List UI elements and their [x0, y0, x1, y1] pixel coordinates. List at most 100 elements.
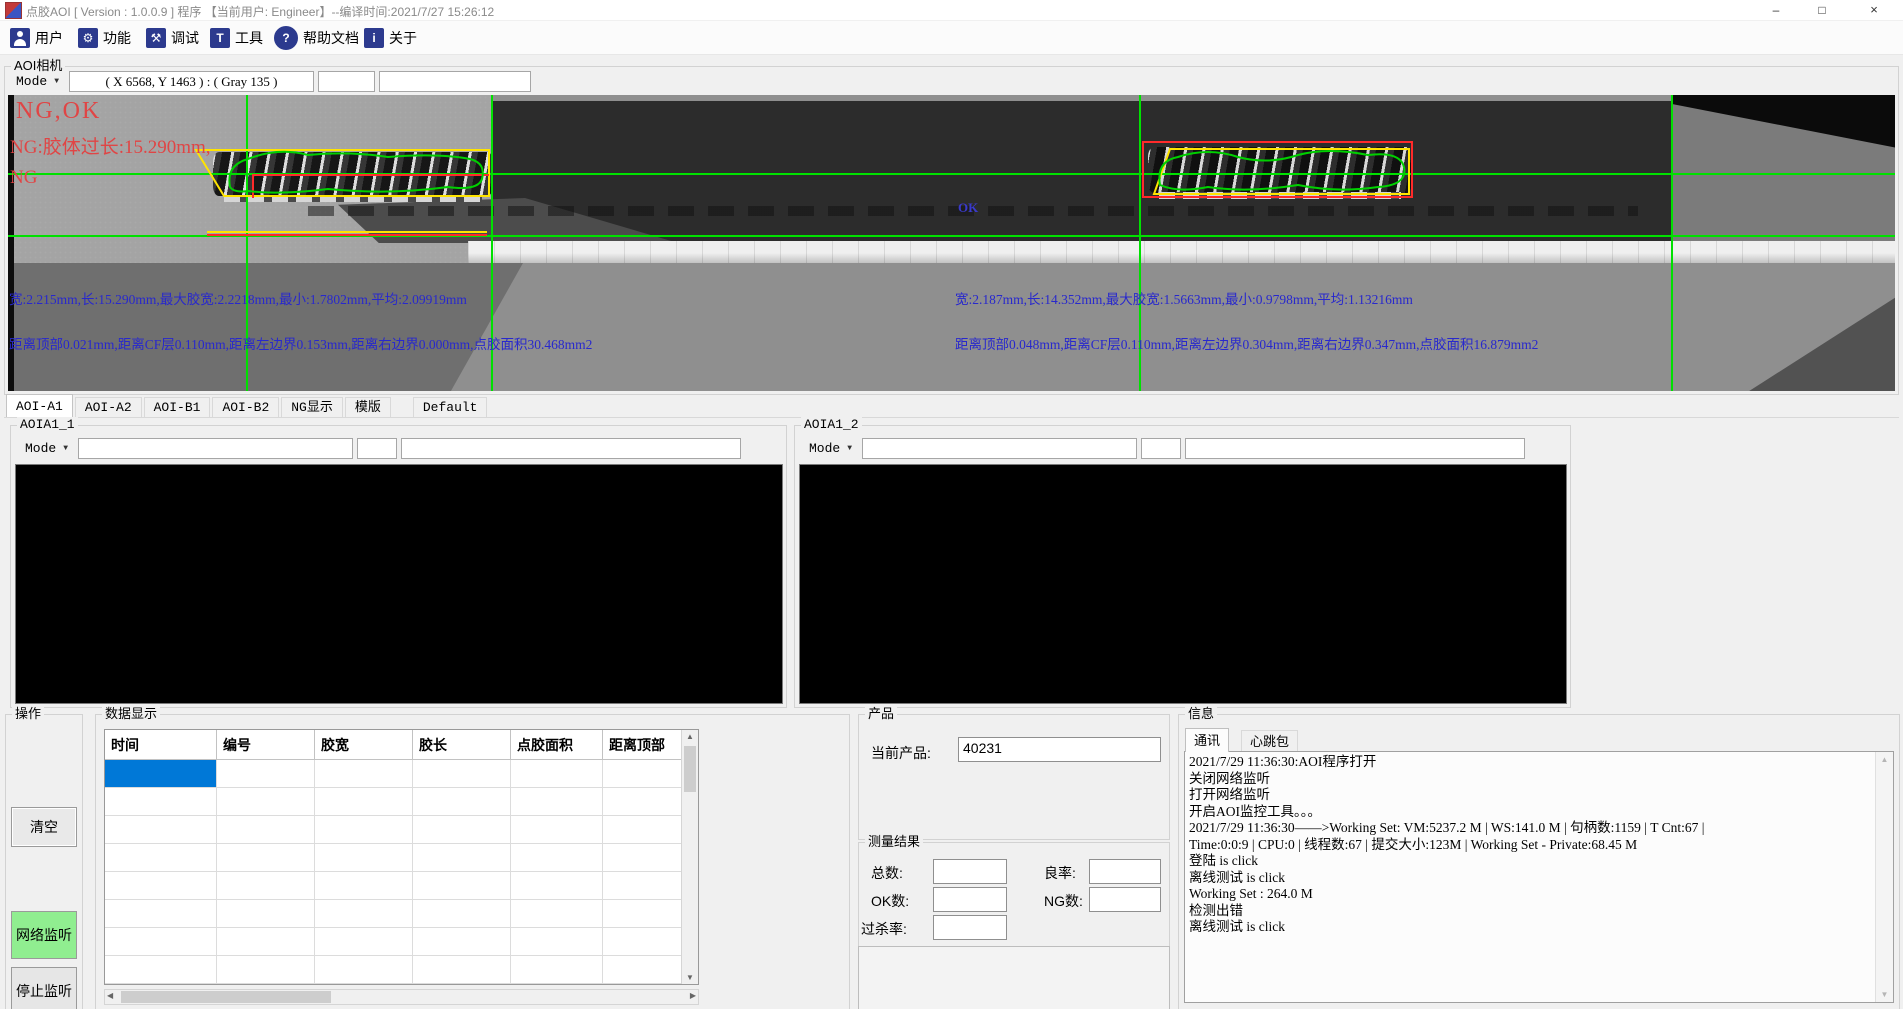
ok-count-field[interactable]	[933, 887, 1007, 912]
column-header-glue-length[interactable]: 胶长	[413, 730, 511, 760]
table-cell[interactable]	[217, 900, 315, 928]
scroll-left-icon[interactable]: ◀	[107, 991, 113, 1000]
table-cell[interactable]	[413, 788, 511, 816]
table-cell[interactable]	[217, 872, 315, 900]
table-cell[interactable]	[603, 928, 683, 956]
table-vertical-scrollbar[interactable]: ▲ ▼	[681, 730, 698, 984]
scrollbar-thumb[interactable]	[121, 991, 331, 1003]
table-cell[interactable]	[315, 928, 413, 956]
table-row[interactable]	[105, 872, 698, 900]
table-row[interactable]	[105, 956, 698, 984]
table-cell[interactable]	[511, 900, 603, 928]
scroll-right-icon[interactable]: ▶	[690, 991, 696, 1000]
table-cell[interactable]	[413, 956, 511, 984]
table-cell[interactable]	[413, 872, 511, 900]
table-cell[interactable]	[511, 872, 603, 900]
toolbar-about-button[interactable]: i 关于	[360, 25, 421, 51]
table-cell[interactable]	[315, 900, 413, 928]
tab-communication[interactable]: 通讯	[1185, 728, 1229, 752]
column-header-distance-top[interactable]: 距离顶部	[603, 730, 683, 760]
table-cell[interactable]	[413, 760, 511, 788]
aoia1-2-mode-dropdown[interactable]: Mode ▼	[803, 438, 858, 459]
camera-image-view[interactable]: NG,OK NG:胶体过长:15.290mm, NG OK 宽:2.215mm,…	[8, 95, 1895, 391]
scroll-down-icon[interactable]: ▼	[682, 973, 698, 982]
column-header-glue-area[interactable]: 点胶面积	[511, 730, 603, 760]
table-cell[interactable]	[603, 956, 683, 984]
table-cell[interactable]	[603, 844, 683, 872]
stop-listen-button[interactable]: 停止监听	[11, 967, 77, 1009]
table-cell[interactable]	[413, 928, 511, 956]
scroll-up-icon[interactable]: ▲	[1876, 755, 1893, 764]
toolbar-user-button[interactable]: 用户	[6, 25, 67, 51]
table-row[interactable]	[105, 900, 698, 928]
table-cell[interactable]	[603, 872, 683, 900]
table-cell[interactable]	[105, 788, 217, 816]
table-row[interactable]	[105, 928, 698, 956]
minimize-button[interactable]: –	[1753, 0, 1799, 20]
column-header-id[interactable]: 编号	[217, 730, 315, 760]
table-row[interactable]	[105, 760, 698, 788]
table-cell[interactable]	[511, 844, 603, 872]
table-cell[interactable]	[511, 956, 603, 984]
table-cell[interactable]	[511, 816, 603, 844]
table-row[interactable]	[105, 788, 698, 816]
table-cell[interactable]	[315, 956, 413, 984]
table-cell[interactable]	[413, 900, 511, 928]
table-row[interactable]	[105, 844, 698, 872]
table-cell[interactable]	[603, 788, 683, 816]
aoia1-1-mode-dropdown[interactable]: Mode ▼	[19, 438, 74, 459]
tab-aoi-a2[interactable]: AOI-A2	[75, 397, 142, 418]
table-cell[interactable]	[413, 844, 511, 872]
table-cell[interactable]	[217, 956, 315, 984]
selected-cell[interactable]	[105, 760, 217, 788]
tab-heartbeat[interactable]: 心跳包	[1241, 730, 1298, 752]
toolbar-function-button[interactable]: ⚙ 功能	[74, 25, 135, 51]
network-listen-button[interactable]: 网络监听	[11, 911, 77, 959]
tab-aoi-a1[interactable]: AOI-A1	[6, 394, 73, 418]
tab-template[interactable]: 模版	[345, 397, 391, 418]
table-cell[interactable]	[603, 900, 683, 928]
maximize-button[interactable]: □	[1799, 0, 1845, 20]
table-cell[interactable]	[315, 760, 413, 788]
tab-aoi-b2[interactable]: AOI-B2	[212, 397, 279, 418]
ng-count-field[interactable]	[1089, 887, 1161, 912]
table-cell[interactable]	[315, 788, 413, 816]
communication-log[interactable]: 2021/7/29 11:36:30:AOI程序打开 关闭网络监听 打开网络监听…	[1184, 751, 1894, 1003]
total-field[interactable]	[933, 859, 1007, 884]
log-scrollbar[interactable]: ▲ ▼	[1875, 752, 1893, 1002]
table-cell[interactable]	[105, 928, 217, 956]
close-button[interactable]: ×	[1845, 0, 1903, 20]
table-cell[interactable]	[217, 816, 315, 844]
table-cell[interactable]	[105, 900, 217, 928]
table-cell[interactable]	[511, 760, 603, 788]
table-cell[interactable]	[105, 844, 217, 872]
column-header-time[interactable]: 时间	[105, 730, 217, 760]
table-cell[interactable]	[511, 788, 603, 816]
table-cell[interactable]	[217, 844, 315, 872]
column-header-glue-width[interactable]: 胶宽	[315, 730, 413, 760]
table-cell[interactable]	[217, 788, 315, 816]
tab-ng-display[interactable]: NG显示	[281, 397, 343, 418]
table-cell[interactable]	[315, 816, 413, 844]
table-row[interactable]	[105, 816, 698, 844]
table-cell[interactable]	[105, 956, 217, 984]
camera-mode-dropdown[interactable]: Mode ▼	[10, 71, 65, 92]
table-cell[interactable]	[217, 760, 315, 788]
clear-button[interactable]: 清空	[11, 807, 77, 847]
yield-field[interactable]	[1089, 859, 1161, 884]
table-cell[interactable]	[315, 872, 413, 900]
scroll-up-icon[interactable]: ▲	[682, 732, 698, 741]
table-cell[interactable]	[413, 816, 511, 844]
overkill-field[interactable]	[933, 915, 1007, 940]
scroll-down-icon[interactable]: ▼	[1876, 990, 1893, 999]
scrollbar-thumb[interactable]	[684, 746, 696, 792]
table-cell[interactable]	[511, 928, 603, 956]
toolbar-debug-button[interactable]: ⚒ 调试	[142, 25, 203, 51]
toolbar-tools-button[interactable]: T 工具	[206, 25, 267, 51]
tab-default[interactable]: Default	[413, 397, 488, 418]
table-cell[interactable]	[603, 816, 683, 844]
toolbar-help-button[interactable]: ? 帮助文档	[270, 25, 363, 51]
tab-aoi-b1[interactable]: AOI-B1	[144, 397, 211, 418]
table-cell[interactable]	[217, 928, 315, 956]
table-cell[interactable]	[603, 760, 683, 788]
